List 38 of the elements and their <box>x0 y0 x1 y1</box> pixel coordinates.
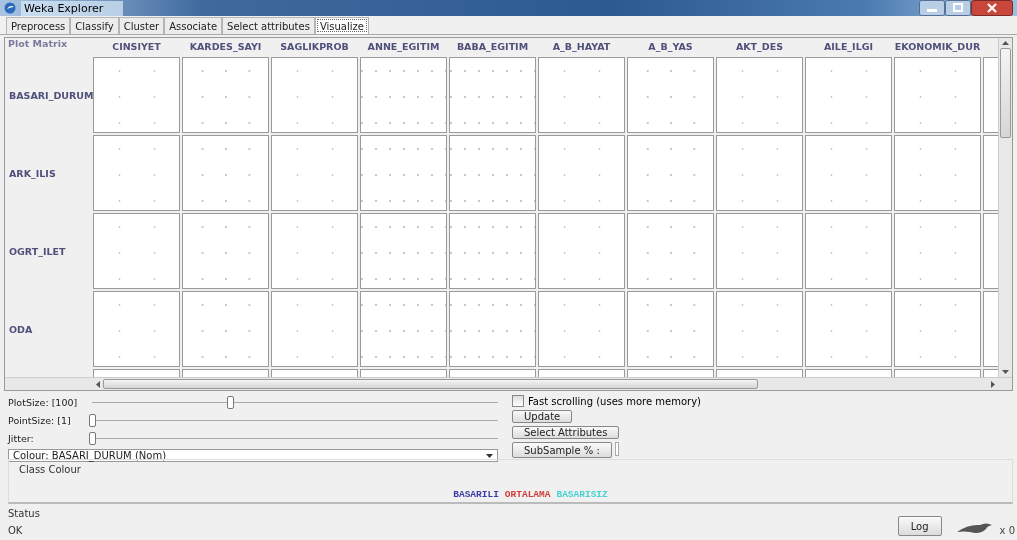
row-header: ODA <box>8 323 34 335</box>
class-label: BASARISIZ <box>556 489 608 500</box>
log-button[interactable]: Log <box>897 516 942 536</box>
select-attributes-button[interactable]: Select Attributes <box>512 426 620 439</box>
column-header: AILE_ILGI <box>822 41 875 52</box>
panel-title: Plot Matrix <box>7 38 69 49</box>
column-header: KARDES_SAYI <box>188 41 263 52</box>
slider-label: PointSize: [1] <box>8 415 72 426</box>
task-count: x 0 <box>999 525 1015 536</box>
tab[interactable]: Classify <box>70 17 119 34</box>
column-header: A_B_YAS <box>647 41 694 52</box>
slider-label: PlotSize: [100] <box>8 397 79 408</box>
status-title: Status <box>8 508 41 519</box>
class-label: ORTALAMA <box>504 489 551 500</box>
tab[interactable]: Cluster <box>118 17 165 34</box>
column-header: EKONOMIK_DUR <box>894 41 981 52</box>
panel-title: Class Colour <box>19 464 82 475</box>
checkbox-label: Fast scrolling (uses more memory) <box>528 395 701 407</box>
status-message: OK <box>8 525 24 536</box>
dropdown-value: Colour: BASARI_DURUM (Nom) <box>13 450 167 461</box>
column-header: A_B_HAYAT <box>551 41 612 52</box>
tab[interactable]: Select attributes <box>222 17 315 34</box>
column-header: SAGLIKPROB <box>279 41 350 52</box>
window-title: Weka Explorer <box>21 0 124 16</box>
row-header: OGRT_ILET <box>8 245 67 257</box>
row-header: BASARI_DURUM <box>8 89 91 101</box>
column-header: AKT_DES <box>734 41 785 52</box>
column-header: CINSIYET <box>111 41 162 52</box>
slider-label: Jitter: <box>8 433 35 444</box>
update-button[interactable]: Update <box>512 410 573 423</box>
tab[interactable]: Preprocess <box>6 17 71 34</box>
class-label: BASARILI <box>453 489 499 500</box>
column-header: BABA_EGITIM <box>455 41 530 52</box>
row-header: ARK_ILIS <box>8 167 57 179</box>
tab[interactable]: Visualize <box>314 17 369 34</box>
subsample-button[interactable]: SubSample % : <box>512 442 612 458</box>
column-header: ANNE_EGITIM <box>366 41 441 52</box>
tab[interactable]: Associate <box>164 17 223 34</box>
